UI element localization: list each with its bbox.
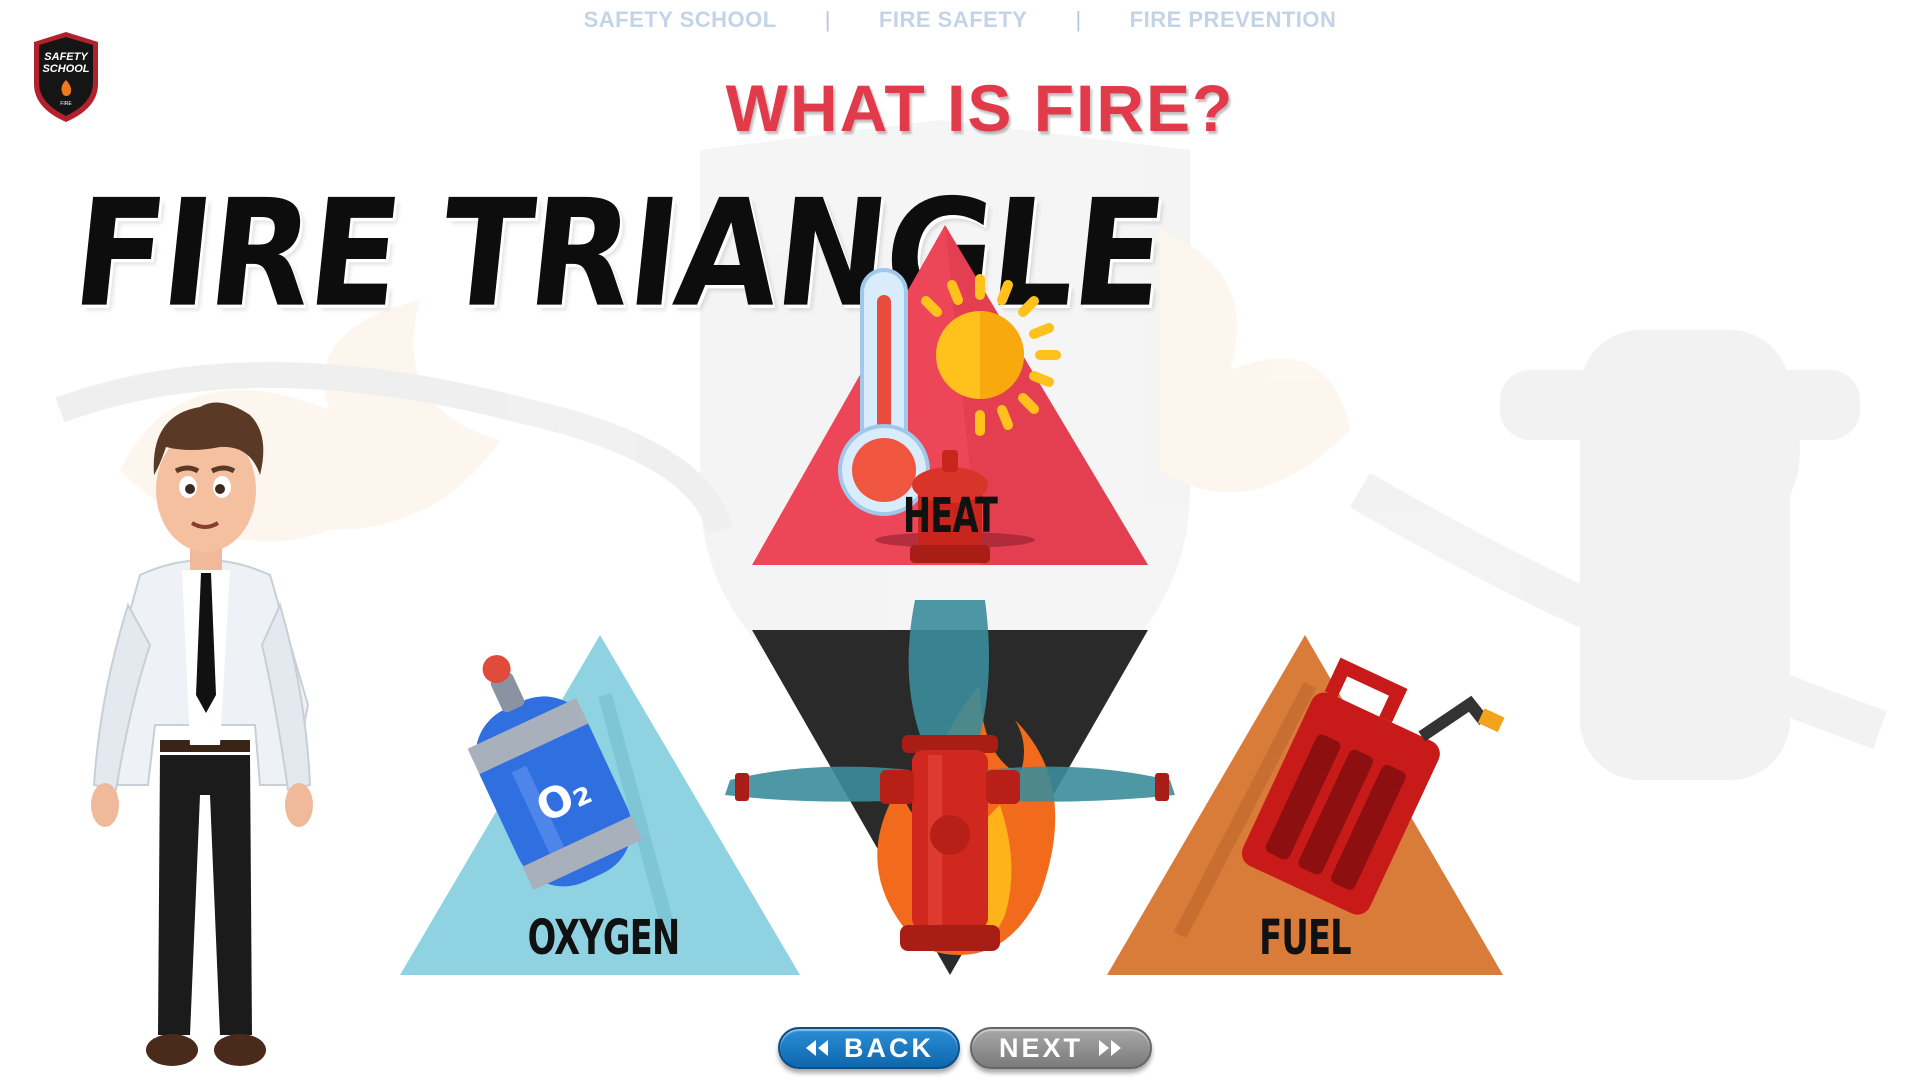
- page-title: WHAT IS FIRE?: [725, 71, 1235, 145]
- back-button-label: BACK: [844, 1032, 934, 1063]
- top-nav: SAFETY SCHOOL | FIRE SAFETY | FIRE PREVE…: [0, 4, 1920, 36]
- next-button[interactable]: NEXT: [970, 1027, 1152, 1069]
- fast-forward-icon: [1097, 1038, 1123, 1058]
- fire-triangle-diagram: O₂: [400, 225, 1505, 975]
- back-button[interactable]: BACK: [778, 1027, 960, 1069]
- nav-safety-school[interactable]: SAFETY SCHOOL: [584, 7, 777, 33]
- next-button-label: NEXT: [998, 1032, 1083, 1063]
- fuel-label: FUEL: [1259, 910, 1352, 966]
- nav-separator: |: [1075, 7, 1082, 32]
- nav-separator: |: [824, 7, 831, 32]
- heat-label: HEAT: [902, 488, 998, 544]
- presenter-character: [91, 402, 313, 1066]
- nav-fire-safety[interactable]: FIRE SAFETY: [879, 7, 1028, 33]
- rewind-icon: [804, 1038, 830, 1058]
- oxygen-label: OXYGEN: [527, 910, 681, 966]
- logo-line1: SAFETY: [44, 51, 89, 63]
- nav-fire-prevention[interactable]: FIRE PREVENTION: [1130, 7, 1337, 33]
